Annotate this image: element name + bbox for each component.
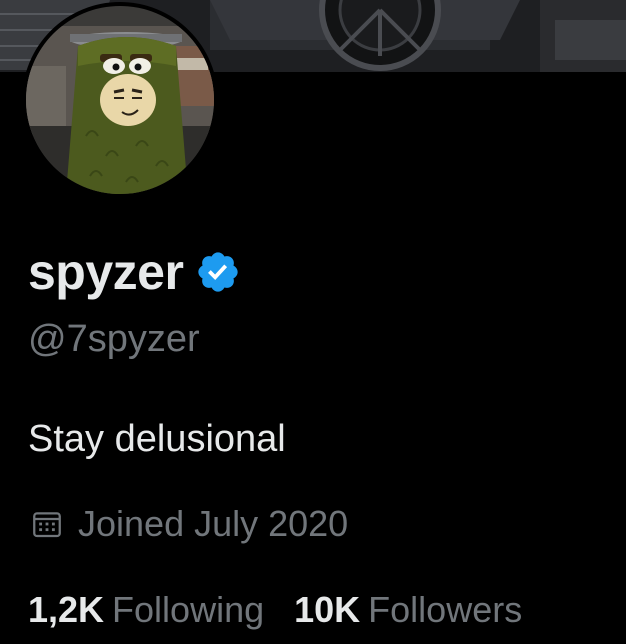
display-name: spyzer <box>28 244 184 300</box>
following-count: 1,2K <box>28 589 105 630</box>
following-link[interactable]: 1,2K Following <box>28 592 264 628</box>
follow-stats: 1,2K Following 10K Followers <box>28 588 522 632</box>
following-label: Following <box>112 589 265 630</box>
joined-row: Joined July 2020 <box>30 502 348 546</box>
verified-badge-icon[interactable] <box>195 249 241 295</box>
joined-date: Joined July 2020 <box>78 503 349 544</box>
followers-link[interactable]: 10K Followers <box>294 592 522 628</box>
followers-count: 10K <box>294 589 361 630</box>
calendar-icon <box>30 507 64 541</box>
profile-bio: Stay delusional <box>28 418 286 460</box>
avatar-image <box>26 6 214 194</box>
profile-avatar[interactable] <box>22 2 218 198</box>
followers-label: Followers <box>368 589 523 630</box>
profile-handle: @7spyzer <box>28 318 200 360</box>
name-row: spyzer <box>28 240 241 304</box>
